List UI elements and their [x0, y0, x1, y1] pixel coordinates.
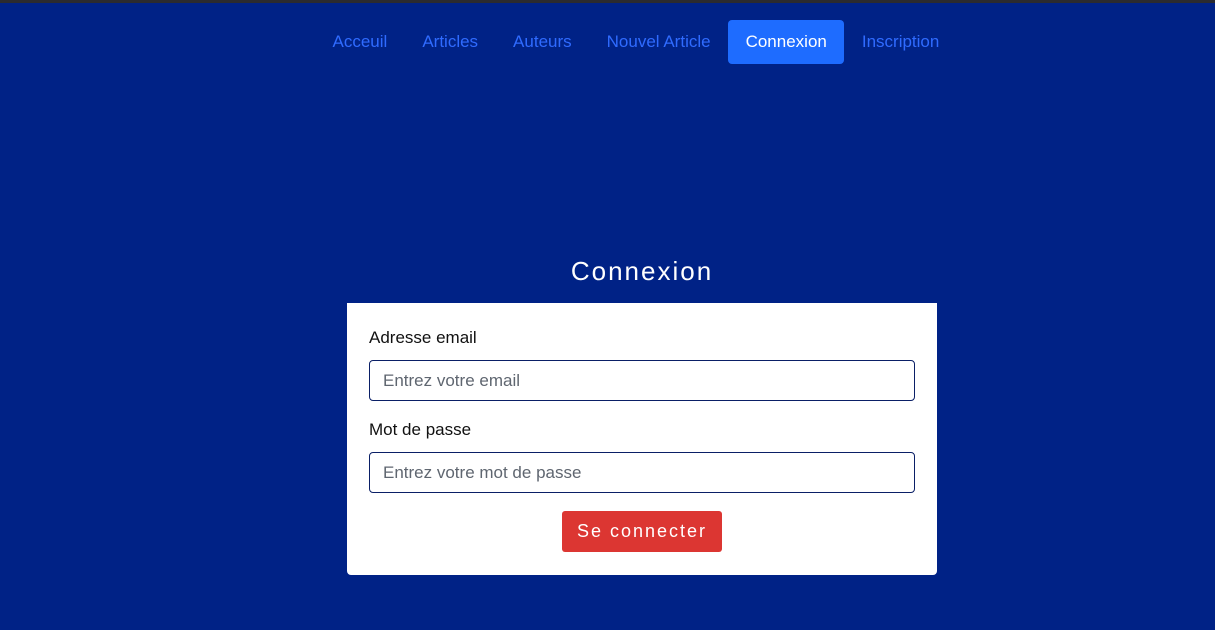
nav-item-connexion[interactable]: Connexion	[728, 20, 845, 64]
nav-item-acceuil[interactable]: Acceuil	[315, 20, 405, 64]
main-nav: Acceuil Articles Auteurs Nouvel Article …	[315, 20, 957, 64]
page-title: Connexion	[570, 256, 714, 286]
login-form: Adresse email Mot de passe Se connecter	[347, 303, 937, 575]
email-field-group: Adresse email	[369, 328, 915, 401]
submit-wrap: Se connecter	[369, 511, 915, 552]
email-label: Adresse email	[369, 328, 477, 347]
password-field[interactable]	[369, 452, 915, 493]
window-top-edge	[0, 0, 1215, 3]
login-button[interactable]: Se connecter	[561, 511, 723, 552]
nav-item-articles[interactable]: Articles	[405, 20, 496, 64]
password-field-group: Mot de passe	[369, 420, 915, 493]
nav-item-nouvel-article[interactable]: Nouvel Article	[589, 20, 728, 64]
password-label: Mot de passe	[369, 420, 472, 439]
nav-item-auteurs[interactable]: Auteurs	[496, 20, 590, 64]
email-field[interactable]	[369, 360, 915, 401]
nav-item-inscription[interactable]: Inscription	[844, 20, 956, 64]
